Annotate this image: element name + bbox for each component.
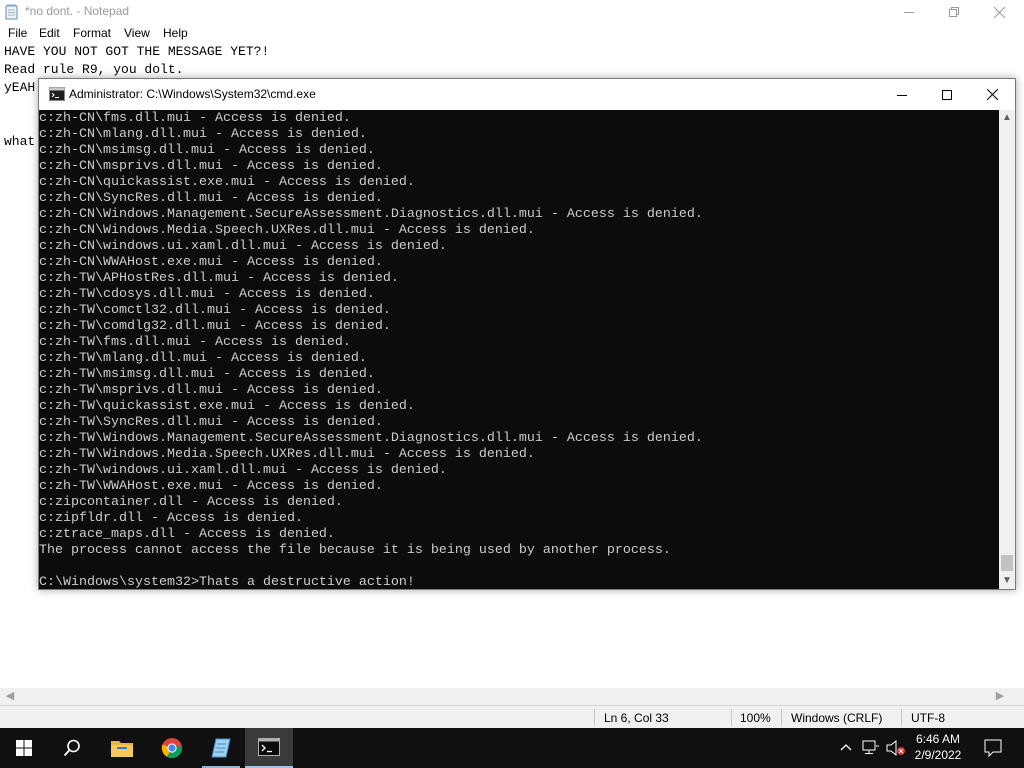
cmd-title-bar[interactable]: Administrator: C:\Windows\System32\cmd.e… xyxy=(39,79,1015,110)
status-divider xyxy=(594,709,595,726)
console-line: c:zh-CN\msimsg.dll.mui - Access is denie… xyxy=(39,143,375,158)
console-line: c:zh-CN\Windows.Management.SecureAssessm… xyxy=(39,207,703,222)
console-line: c:zh-TW\cdosys.dll.mui - Access is denie… xyxy=(39,287,375,302)
console-line: c:zh-TW\fms.dll.mui - Access is denied. xyxy=(39,335,351,350)
restore-icon xyxy=(949,7,959,17)
status-position: Ln 6, Col 33 xyxy=(604,711,669,725)
cmd-icon xyxy=(258,738,280,756)
menu-file[interactable]: File xyxy=(8,26,27,40)
status-divider xyxy=(781,709,782,726)
cmd-window: Administrator: C:\Windows\System32\cmd.e… xyxy=(38,78,1016,590)
console-line: c:zipfldr.dll - Access is denied. xyxy=(39,511,303,526)
notepad-icon xyxy=(211,738,231,758)
file-explorer-button[interactable] xyxy=(98,728,146,768)
console-line: c:zh-TW\Windows.Management.SecureAssessm… xyxy=(39,431,703,446)
system-clock[interactable]: 6:46 AM 2/9/2022 xyxy=(906,730,970,766)
console-line: c:zh-TW\WWAHost.exe.mui - Access is deni… xyxy=(39,479,383,494)
minimize-icon xyxy=(897,94,907,96)
cmd-vertical-scrollbar[interactable]: ▲ ▼ xyxy=(999,110,1015,589)
notepad-minimize-button[interactable] xyxy=(886,0,932,24)
console-line: c:zipcontainer.dll - Access is denied. xyxy=(39,495,343,510)
menu-edit[interactable]: Edit xyxy=(39,26,60,40)
console-line: c:zh-CN\windows.ui.xaml.dll.mui - Access… xyxy=(39,239,447,254)
windows-logo-icon xyxy=(16,740,32,756)
console-line: c:ztrace_maps.dll - Access is denied. xyxy=(39,527,335,542)
console-line: c:zh-TW\comctl32.dll.mui - Access is den… xyxy=(39,303,391,318)
notepad-status-bar: Ln 6, Col 33 100% Windows (CRLF) UTF-8 xyxy=(0,705,1024,729)
status-zoom: 100% xyxy=(740,711,771,725)
text-line: yEAH xyxy=(4,80,36,95)
console-line: C:\Windows\system32>Thats a destructive … xyxy=(39,575,415,589)
minimize-icon xyxy=(904,12,914,13)
status-divider xyxy=(731,709,732,726)
scroll-down-icon[interactable]: ▼ xyxy=(999,573,1015,589)
notepad-close-button[interactable] xyxy=(976,0,1022,24)
notepad-taskbar-button[interactable] xyxy=(197,728,245,768)
console-line: c:zh-CN\Windows.Media.Speech.UXRes.dll.m… xyxy=(39,223,535,238)
console-line: c:zh-CN\SyncRes.dll.mui - Access is deni… xyxy=(39,191,383,206)
maximize-icon xyxy=(942,89,952,100)
file-explorer-icon xyxy=(111,741,133,757)
text-line: what xyxy=(4,134,36,149)
chevron-up-icon[interactable] xyxy=(840,742,852,752)
console-line: c:zh-CN\WWAHost.exe.mui - Access is deni… xyxy=(39,255,383,270)
notepad-title-bar[interactable]: *no dont. - Notepad xyxy=(0,0,1024,24)
status-line-ending: Windows (CRLF) xyxy=(791,711,883,725)
close-icon xyxy=(993,6,1005,18)
network-icon[interactable] xyxy=(862,740,880,756)
console-line: The process cannot access the file becau… xyxy=(39,543,671,558)
cmd-maximize-button[interactable] xyxy=(924,79,970,110)
console-line: c:zh-TW\comdlg32.dll.mui - Access is den… xyxy=(39,319,391,334)
notepad-icon xyxy=(5,4,18,20)
search-icon xyxy=(63,739,80,757)
console-line: c:zh-CN\msprivs.dll.mui - Access is deni… xyxy=(39,159,383,174)
console-line: c:zh-CN\quickassist.exe.mui - Access is … xyxy=(39,175,415,190)
taskbar: 6:46 AM 2/9/2022 xyxy=(0,728,1024,768)
notepad-title: *no dont. - Notepad xyxy=(25,4,130,18)
scroll-right-icon[interactable]: ▶ xyxy=(992,689,1008,704)
status-divider xyxy=(901,709,902,726)
clock-time: 6:46 AM xyxy=(915,732,961,746)
clock-date: 2/9/2022 xyxy=(914,748,962,762)
status-encoding: UTF-8 xyxy=(911,711,945,725)
console-line: c:zh-TW\SyncRes.dll.mui - Access is deni… xyxy=(39,415,383,430)
notepad-horizontal-scrollbar[interactable]: ◀ ▶ xyxy=(0,688,1024,705)
console-line: c:zh-TW\Windows.Media.Speech.UXRes.dll.m… xyxy=(39,447,535,462)
console-line: c:zh-TW\windows.ui.xaml.dll.mui - Access… xyxy=(39,463,447,478)
close-icon xyxy=(986,89,998,100)
console-line: c:zh-CN\mlang.dll.mui - Access is denied… xyxy=(39,127,367,142)
console-line: c:zh-TW\APHostRes.dll.mui - Access is de… xyxy=(39,271,399,286)
text-line: HAVE YOU NOT GOT THE MESSAGE YET?! xyxy=(4,44,270,59)
cmd-taskbar-button[interactable] xyxy=(245,728,293,768)
scrollbar-thumb[interactable] xyxy=(1001,555,1013,571)
console-line: c:zh-TW\msimsg.dll.mui - Access is denie… xyxy=(39,367,375,382)
text-line: Read rule R9, you dolt. xyxy=(4,62,184,77)
console-line: c:zh-TW\mlang.dll.mui - Access is denied… xyxy=(39,351,367,366)
scroll-up-icon[interactable]: ▲ xyxy=(999,110,1015,126)
notepad-menu-bar: File Edit Format View Help xyxy=(0,24,1024,42)
cmd-minimize-button[interactable] xyxy=(879,79,925,110)
menu-format[interactable]: Format xyxy=(73,26,111,40)
console-line: c:zh-CN\fms.dll.mui - Access is denied. xyxy=(39,111,351,126)
menu-help[interactable]: Help xyxy=(163,26,188,40)
notepad-restore-button[interactable] xyxy=(931,0,977,24)
console-line: c:zh-TW\quickassist.exe.mui - Access is … xyxy=(39,399,415,414)
console-line: c:zh-TW\msprivs.dll.mui - Access is deni… xyxy=(39,383,383,398)
start-button[interactable] xyxy=(0,728,48,768)
cmd-icon xyxy=(49,87,65,101)
menu-view[interactable]: View xyxy=(124,26,150,40)
chrome-icon xyxy=(161,738,183,759)
cmd-title: Administrator: C:\Windows\System32\cmd.e… xyxy=(69,87,316,101)
volume-muted-icon[interactable] xyxy=(886,740,906,756)
chrome-button[interactable] xyxy=(148,728,196,768)
search-button[interactable] xyxy=(48,728,96,768)
cmd-close-button[interactable] xyxy=(969,79,1015,110)
scroll-left-icon[interactable]: ◀ xyxy=(2,689,18,704)
notification-icon[interactable] xyxy=(984,739,1002,757)
cmd-console-output[interactable]: c:zh-CN\fms.dll.mui - Access is denied. c… xyxy=(39,110,999,589)
